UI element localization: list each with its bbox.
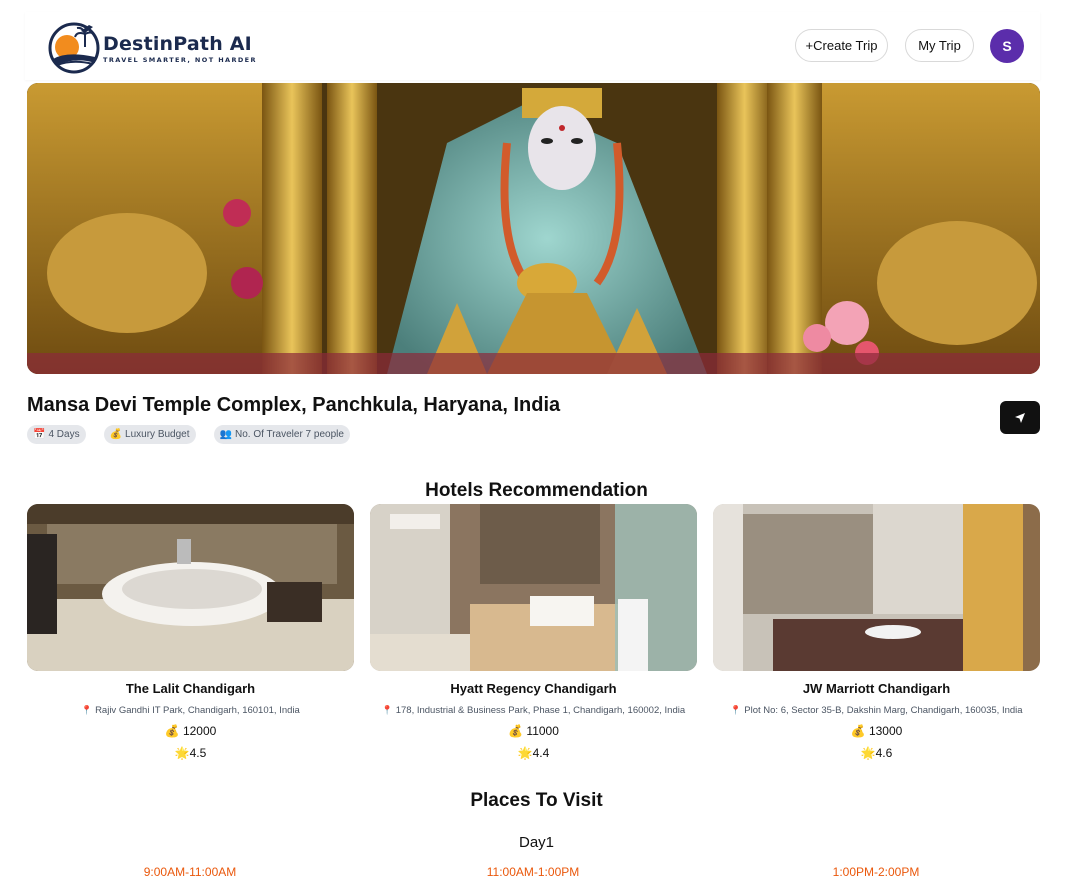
location-pin-icon: 📍 bbox=[81, 705, 93, 715]
hotel-price: 💰 13000 bbox=[713, 724, 1040, 738]
hotel-rating-value: 4.6 bbox=[875, 746, 893, 760]
hero-destination-image bbox=[27, 83, 1040, 374]
share-button[interactable] bbox=[1000, 401, 1040, 434]
hotel-address: 📍 Rajiv Gandhi IT Park, Chandigarh, 1601… bbox=[27, 705, 354, 716]
hotel-address: 📍 Plot No: 6, Sector 35-B, Dakshin Marg,… bbox=[713, 705, 1040, 716]
trip-destination-title: Mansa Devi Temple Complex, Panchkula, Ha… bbox=[27, 394, 561, 416]
location-pin-icon: 📍 bbox=[381, 705, 394, 715]
hotel-address: 📍 178, Industrial & Business Park, Phase… bbox=[370, 705, 697, 716]
hotel-price-value: 11000 bbox=[526, 724, 559, 738]
money-bag-icon: 💰 bbox=[109, 429, 123, 440]
money-bag-icon: 💰 bbox=[850, 724, 866, 738]
hotel-image bbox=[713, 504, 1040, 671]
my-trip-button[interactable]: My Trip bbox=[905, 29, 974, 62]
budget-chip-label: Luxury Budget bbox=[125, 429, 190, 440]
travelers-chip: 👥 No. Of Traveler 7 people bbox=[213, 425, 350, 444]
location-pin-icon: 📍 bbox=[730, 705, 742, 715]
send-icon bbox=[1015, 412, 1025, 423]
hotel-name: The Lalit Chandigarh bbox=[125, 681, 256, 696]
time-slot: 9:00AM-11:00AM bbox=[143, 865, 237, 879]
hotels-section-title: Hotels Recommendation bbox=[425, 480, 648, 501]
hotel-rating: 🌟4.6 bbox=[713, 746, 1040, 760]
hotel-rating: 🌟4.5 bbox=[27, 746, 354, 760]
travelers-chip-label: No. Of Traveler 7 people bbox=[234, 429, 344, 440]
hotel-rating: 🌟4.4 bbox=[370, 746, 697, 760]
hotel-rating-value: 4.4 bbox=[532, 746, 550, 760]
hotel-price: 💰 11000 bbox=[370, 724, 697, 738]
day-label: Day1 bbox=[518, 834, 555, 851]
budget-chip: 💰 Luxury Budget bbox=[103, 425, 196, 444]
days-chip: 📅 4 Days bbox=[27, 425, 86, 444]
brand-tagline: TRAVEL SMARTER, NOT HARDER bbox=[103, 56, 257, 64]
hotel-address-text: 178, Industrial & Business Park, Phase 1… bbox=[395, 705, 686, 716]
star-icon: 🌟 bbox=[860, 746, 876, 760]
hotel-price-value: 13000 bbox=[868, 724, 903, 738]
hotel-address-text: Rajiv Gandhi IT Park, Chandigarh, 160101… bbox=[95, 705, 300, 716]
star-icon: 🌟 bbox=[517, 746, 533, 760]
hotel-name: Hyatt Regency Chandigarh bbox=[450, 681, 617, 696]
hotel-address-text: Plot No: 6, Sector 35-B, Dakshin Marg, C… bbox=[744, 705, 1023, 716]
hotel-image bbox=[370, 504, 697, 671]
money-bag-icon: 💰 bbox=[164, 724, 180, 738]
trip-info-chips: 📅 4 Days 💰 Luxury Budget 👥 No. Of Travel… bbox=[27, 425, 350, 444]
hotel-image bbox=[27, 504, 354, 671]
star-icon: 🌟 bbox=[174, 746, 190, 760]
time-slot: 1:00PM-2:00PM bbox=[832, 865, 920, 879]
hotel-card[interactable]: JW Marriott Chandigarh 📍 Plot No: 6, Sec… bbox=[713, 504, 1040, 766]
top-navbar: DestinPath AI TRAVEL SMARTER, NOT HARDER… bbox=[25, 12, 1040, 80]
hotel-card[interactable]: Hyatt Regency Chandigarh 📍 178, Industri… bbox=[370, 504, 697, 766]
destinpath-logo-icon[interactable] bbox=[47, 17, 101, 75]
time-slot: 11:00AM-1:00PM bbox=[486, 865, 580, 879]
hotel-rating-value: 4.5 bbox=[189, 746, 207, 760]
calendar-icon: 📅 bbox=[33, 429, 46, 440]
money-bag-icon: 💰 bbox=[508, 724, 524, 738]
hotel-price-value: 12000 bbox=[182, 724, 217, 738]
hotel-price: 💰 12000 bbox=[27, 724, 354, 738]
create-trip-button[interactable]: +Create Trip bbox=[795, 29, 888, 62]
user-avatar[interactable]: S bbox=[990, 29, 1024, 63]
days-chip-label: 4 Days bbox=[48, 429, 80, 440]
brand[interactable]: DestinPath AI TRAVEL SMARTER, NOT HARDER bbox=[103, 33, 257, 64]
hotel-card[interactable]: The Lalit Chandigarh 📍 Rajiv Gandhi IT P… bbox=[27, 504, 354, 766]
places-section-title: Places To Visit bbox=[470, 790, 603, 811]
people-icon: 👥 bbox=[219, 429, 232, 440]
brand-name: DestinPath AI bbox=[103, 33, 252, 55]
hotel-name: JW Marriott Chandigarh bbox=[802, 681, 951, 696]
